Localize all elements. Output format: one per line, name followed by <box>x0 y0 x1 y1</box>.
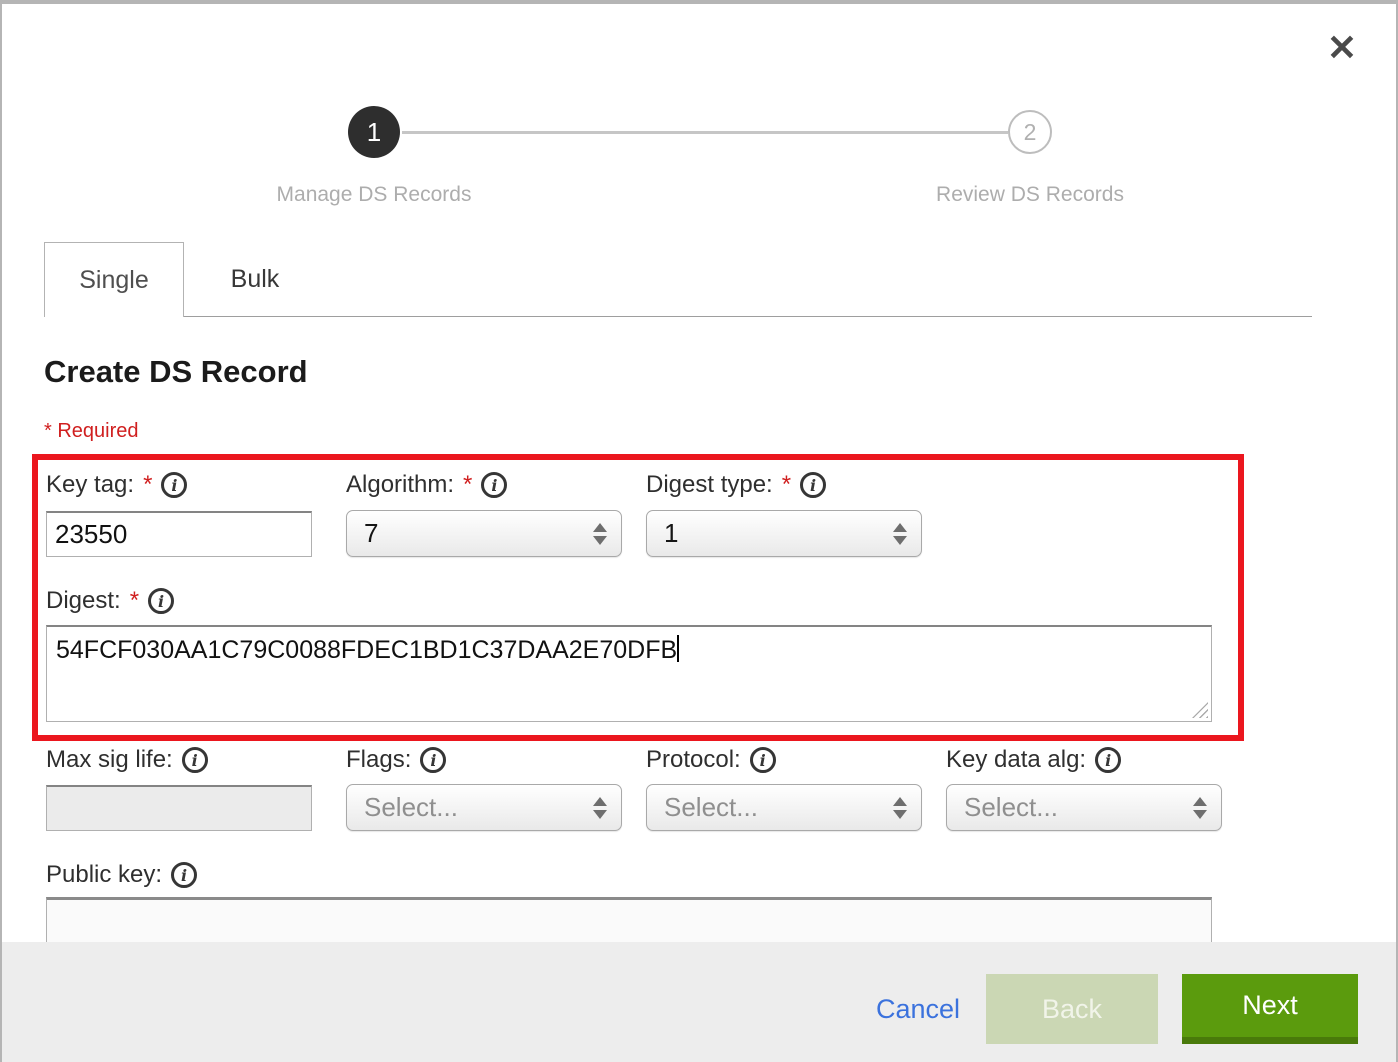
info-icon[interactable]: i <box>161 472 187 498</box>
algorithm-select-value: 7 <box>364 518 378 549</box>
digest-label: Digest: * i <box>46 587 174 615</box>
next-button[interactable]: Next <box>1182 974 1358 1044</box>
protocol-label: Protocol: i <box>646 746 776 774</box>
key-tag-label: Key tag: * i <box>46 471 187 499</box>
info-icon[interactable]: i <box>750 747 776 773</box>
algorithm-label-text: Algorithm: <box>346 471 454 499</box>
key-tag-label-text: Key tag: <box>46 471 134 499</box>
select-arrows-icon <box>1193 797 1207 819</box>
key-tag-input[interactable] <box>46 511 312 557</box>
max-sig-life-label: Max sig life: i <box>46 746 208 774</box>
public-key-label: Public key: i <box>46 861 197 889</box>
flags-label-text: Flags: <box>346 746 411 774</box>
info-icon[interactable]: i <box>800 472 826 498</box>
protocol-label-text: Protocol: <box>646 746 741 774</box>
public-key-label-text: Public key: <box>46 861 162 889</box>
max-sig-life-label-text: Max sig life: <box>46 746 173 774</box>
stepper-step-2-circle: 2 <box>1008 110 1052 154</box>
stepper-step-1-label: Manage DS Records <box>224 183 524 207</box>
info-icon[interactable]: i <box>420 747 446 773</box>
tab-single[interactable]: Single <box>44 242 184 317</box>
create-ds-record-modal: { "modal": { "close_icon": "✕" }, "stepp… <box>0 0 1398 1062</box>
max-sig-life-input[interactable] <box>46 785 312 831</box>
page-title: Create DS Record <box>44 354 308 390</box>
required-note: * Required <box>44 420 139 443</box>
required-asterisk: * <box>143 471 152 499</box>
flags-select[interactable]: Select... <box>346 784 622 831</box>
tab-bulk[interactable]: Bulk <box>184 242 326 317</box>
required-asterisk: * <box>130 587 139 615</box>
protocol-select-value: Select... <box>664 792 758 823</box>
key-data-alg-label: Key data alg: i <box>946 746 1121 774</box>
info-icon[interactable]: i <box>148 588 174 614</box>
digest-value: 54FCF030AA1C79C0088FDEC1BD1C37DAA2E70DFB <box>56 636 677 664</box>
select-arrows-icon <box>593 523 607 545</box>
required-asterisk: * <box>463 471 472 499</box>
info-icon[interactable]: i <box>182 747 208 773</box>
digest-textarea[interactable]: 54FCF030AA1C79C0088FDEC1BD1C37DAA2E70DFB <box>46 625 1212 722</box>
digest-type-select[interactable]: 1 <box>646 510 922 557</box>
stepper-step-1-circle: 1 <box>348 106 400 158</box>
close-icon[interactable]: ✕ <box>1318 24 1366 72</box>
text-cursor <box>677 635 679 662</box>
digest-type-label: Digest type: * i <box>646 471 826 499</box>
protocol-select[interactable]: Select... <box>646 784 922 831</box>
key-data-alg-label-text: Key data alg: <box>946 746 1086 774</box>
required-asterisk: * <box>782 471 791 499</box>
digest-type-label-text: Digest type: <box>646 471 773 499</box>
select-arrows-icon <box>593 797 607 819</box>
algorithm-label: Algorithm: * i <box>346 471 507 499</box>
select-arrows-icon <box>893 797 907 819</box>
algorithm-select[interactable]: 7 <box>346 510 622 557</box>
resize-handle-icon[interactable] <box>1192 702 1208 718</box>
info-icon[interactable]: i <box>171 862 197 888</box>
stepper-connector-line <box>402 131 1008 134</box>
info-icon[interactable]: i <box>1095 747 1121 773</box>
key-data-alg-select[interactable]: Select... <box>946 784 1222 831</box>
back-button[interactable]: Back <box>986 974 1158 1044</box>
digest-label-text: Digest: <box>46 587 121 615</box>
key-data-alg-select-value: Select... <box>964 792 1058 823</box>
flags-label: Flags: i <box>346 746 446 774</box>
select-arrows-icon <box>893 523 907 545</box>
flags-select-value: Select... <box>364 792 458 823</box>
info-icon[interactable]: i <box>481 472 507 498</box>
cancel-button[interactable]: Cancel <box>876 994 960 1025</box>
stepper-step-2-label: Review DS Records <box>880 183 1180 207</box>
digest-type-select-value: 1 <box>664 518 678 549</box>
